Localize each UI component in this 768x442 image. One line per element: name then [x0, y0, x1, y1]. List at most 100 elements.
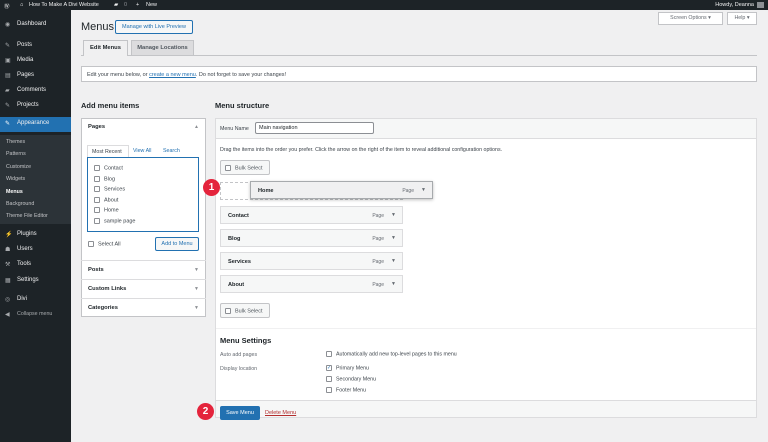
location-option[interactable]: ✓ Primary Menu	[326, 365, 369, 371]
avatar[interactable]	[757, 2, 764, 8]
checkbox[interactable]	[326, 376, 332, 382]
delete-menu-link[interactable]: Delete Menu	[265, 410, 296, 416]
sidebar-item-label: Tools	[17, 261, 31, 267]
new-link[interactable]: New	[146, 2, 157, 8]
location-option[interactable]: Secondary Menu	[326, 376, 376, 382]
sidebar-item-label: Divi	[17, 296, 27, 302]
checkbox[interactable]	[225, 165, 231, 171]
submenu-item-patterns[interactable]: Patterns	[0, 151, 71, 157]
checkbox[interactable]	[94, 186, 100, 192]
select-all-label: Select All	[98, 241, 121, 247]
menu-settings-heading: Menu Settings	[220, 336, 271, 345]
sidebar-item-comments[interactable]: ▰Comments	[0, 87, 71, 93]
tab-manage-locations[interactable]: Manage Locations	[131, 40, 194, 55]
wordpress-logo-icon[interactable]: Ⓦ	[4, 2, 10, 10]
menu-item-dragging[interactable]: HomePage▼	[250, 181, 433, 199]
page-option[interactable]: sample page	[94, 218, 198, 229]
sidebar-item-settings[interactable]: ▦Settings	[0, 277, 71, 283]
screen-options-button[interactable]: Screen Options ▾	[658, 12, 723, 25]
create-new-menu-link[interactable]: create a new menu	[149, 72, 196, 78]
checkbox[interactable]	[88, 241, 94, 247]
menu-item[interactable]: ServicesPage▼	[220, 252, 403, 270]
sidebar-item-appearance[interactable]: ✎Appearance	[0, 117, 71, 132]
accordion-posts[interactable]: Posts▼	[81, 260, 206, 279]
submenu-item-background[interactable]: Background	[0, 201, 71, 207]
location-label: Footer Menu	[336, 387, 366, 393]
sidebar-item-users[interactable]: ☗Users	[0, 246, 71, 252]
bulk-select-button-bottom[interactable]: Bulk Select	[220, 303, 270, 318]
caret-down-icon[interactable]: ▼	[391, 212, 396, 218]
page-option[interactable]: Blog	[94, 176, 198, 187]
howdy-user[interactable]: Howdy, Deanna	[715, 2, 754, 8]
menu-item[interactable]: ContactPage▼	[220, 206, 403, 224]
caret-down-icon: ▼	[194, 286, 199, 292]
help-button[interactable]: Help ▾	[727, 12, 757, 25]
select-all[interactable]: Select All	[88, 241, 121, 247]
item-type: Page	[372, 282, 384, 288]
submenu-item-customize[interactable]: Customize	[0, 164, 71, 170]
page-option[interactable]: Services	[94, 186, 198, 197]
dashboard-icon: ◉	[5, 21, 10, 28]
submenu-item-widgets[interactable]: Widgets	[0, 176, 71, 182]
location-option[interactable]: Footer Menu	[326, 387, 366, 393]
bulk-select-label: Bulk Select	[235, 165, 263, 171]
checkbox[interactable]	[326, 351, 332, 357]
sidebar-item-pages[interactable]: ▤Pages	[0, 72, 71, 78]
accordion-categories[interactable]: Categories▼	[81, 298, 206, 317]
subtab-search[interactable]: Search	[163, 148, 180, 154]
item-type: Page	[372, 213, 384, 219]
checkbox[interactable]	[225, 308, 231, 314]
sidebar-item-dashboard[interactable]: ◉Dashboard	[0, 21, 71, 27]
live-preview-button[interactable]: Manage with Live Preview	[115, 20, 193, 34]
sidebar-item-plugins[interactable]: ⚡Plugins	[0, 231, 71, 237]
media-icon: ▣	[5, 57, 11, 64]
auto-add-option[interactable]: Automatically add new top-level pages to…	[326, 351, 457, 357]
checkbox[interactable]	[94, 218, 100, 224]
checkbox[interactable]	[94, 176, 100, 182]
accordion-pages[interactable]: Pages▲	[81, 118, 206, 137]
add-to-menu-button[interactable]: Add to Menu	[155, 237, 199, 251]
comments-count[interactable]: 0	[124, 2, 127, 8]
display-location-label: Display location	[220, 366, 257, 372]
submenu-item-themes[interactable]: Themes	[0, 139, 71, 145]
submenu-item-menus[interactable]: Menus	[0, 189, 71, 195]
accordion-custom-links[interactable]: Custom Links ▼	[81, 279, 206, 298]
caret-down-icon[interactable]: ▼	[391, 258, 396, 264]
checkbox[interactable]	[94, 165, 100, 171]
item-title: Services	[228, 259, 251, 265]
menu-footer	[216, 400, 756, 417]
page-option[interactable]: Home	[94, 207, 198, 218]
submenu-item-theme-file-editor[interactable]: Theme File Editor	[0, 213, 71, 219]
checkbox[interactable]	[326, 387, 332, 393]
sidebar-item-tools[interactable]: ⚒Tools	[0, 261, 71, 267]
menu-name-input[interactable]	[255, 122, 374, 134]
caret-down-icon[interactable]: ▼	[391, 235, 396, 241]
subtab-most-recent[interactable]: Most Recent	[87, 145, 129, 157]
caret-down-icon[interactable]: ▼	[391, 281, 396, 287]
comments-icon[interactable]: ▰	[114, 2, 118, 8]
location-label: Primary Menu	[336, 365, 369, 371]
sidebar-item-collapse-menu[interactable]: ◀Collapse menu	[0, 311, 71, 317]
bulk-select-button-top[interactable]: Bulk Select	[220, 160, 270, 175]
accordion-title: Custom Links	[88, 286, 126, 292]
page-option[interactable]: About	[94, 197, 198, 208]
page-option[interactable]: Contact	[94, 165, 198, 176]
save-menu-button[interactable]: Save Menu	[220, 406, 260, 420]
sidebar-item-media[interactable]: ▣Media	[0, 57, 71, 63]
checkbox[interactable]	[94, 197, 100, 203]
accordion-title: Pages	[88, 124, 105, 130]
tab-edit-menus[interactable]: Edit Menus	[83, 40, 128, 56]
site-name-link[interactable]: How To Make A Divi Website	[29, 2, 99, 8]
sidebar-item-projects[interactable]: ✎Projects	[0, 102, 71, 108]
sidebar-item-divi[interactable]: ◎Divi	[0, 296, 71, 302]
divider	[216, 328, 756, 329]
subtab-view-all[interactable]: View All	[133, 148, 151, 154]
checkbox[interactable]: ✓	[326, 365, 332, 371]
sidebar-item-posts[interactable]: ✎Posts	[0, 42, 71, 48]
instructions: Drag the items into the order you prefer…	[220, 147, 502, 153]
menu-item[interactable]: AboutPage▼	[220, 275, 403, 293]
menu-item[interactable]: BlogPage▼	[220, 229, 403, 247]
caret-down-icon[interactable]: ▼	[421, 187, 426, 193]
auto-add-option-label: Automatically add new top-level pages to…	[336, 351, 457, 357]
checkbox[interactable]	[94, 207, 100, 213]
